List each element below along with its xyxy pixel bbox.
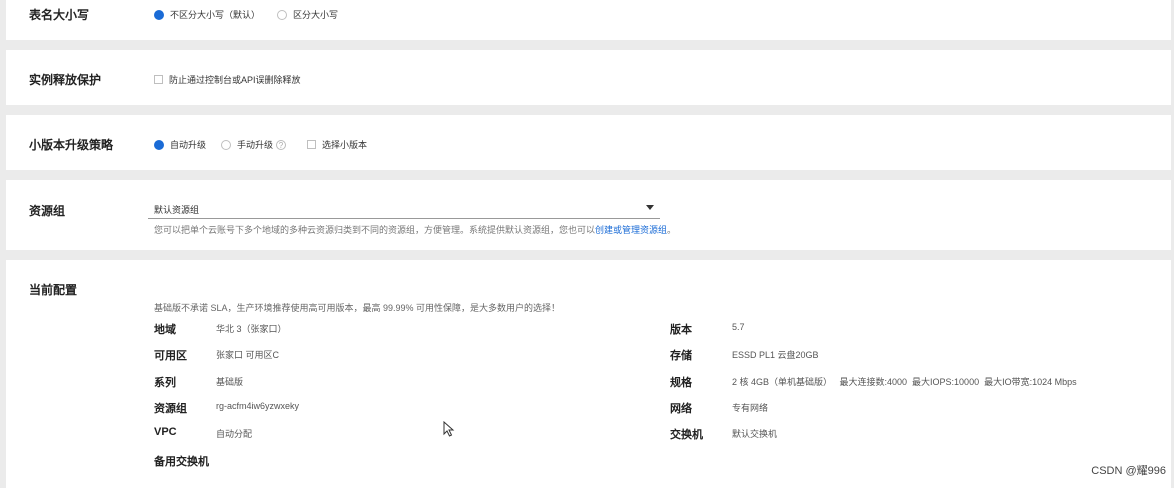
- table-case-card: 表名大小写 不区分大小写（默认） 区分大小写: [6, 0, 1171, 40]
- chevron-down-icon: [646, 205, 654, 210]
- config-value: 默认交换机: [732, 429, 778, 439]
- minor-version-label: 小版本升级策略: [29, 138, 114, 152]
- current-config-label: 当前配置: [29, 283, 78, 297]
- help-icon[interactable]: ?: [276, 139, 287, 150]
- config-key: 资源组: [154, 403, 187, 415]
- radio-selected-icon: [154, 139, 164, 150]
- release-protection-label: 实例释放保护: [29, 73, 102, 87]
- resource-group-label: 资源组: [29, 204, 66, 218]
- config-value: 基础版: [216, 377, 244, 387]
- config-key: VPC: [154, 426, 177, 438]
- config-notice: 基础版不承诺 SLA，生产环境推荐使用高可用版本，最高 99.99% 可用性保障…: [154, 303, 561, 313]
- resource-group-hint: 您可以把单个云账号下多个地域的多种云资源归类到不同的资源组，方便管理。系统提供默…: [154, 225, 677, 235]
- radio-unselected-icon: [221, 139, 231, 150]
- config-key: 可用区: [154, 350, 187, 362]
- config-value: 5.7: [732, 322, 745, 332]
- release-protection-card: 实例释放保护 防止通过控制台或API误删除释放: [6, 50, 1171, 105]
- config-value: rg-acfm4iw6yzwxeky: [216, 401, 300, 411]
- radio-unselected-icon: [277, 9, 287, 20]
- config-key: 版本: [670, 324, 692, 336]
- table-case-label: 表名大小写: [29, 8, 90, 22]
- minor-version-manual-option[interactable]: 手动升级?: [221, 138, 287, 151]
- config-key: 存储: [670, 350, 692, 362]
- table-case-option-sensitive[interactable]: 区分大小写: [277, 8, 338, 21]
- minor-version-card: 小版本升级策略 自动升级 手动升级? 选择小版本: [6, 115, 1171, 170]
- config-key: 地域: [154, 324, 176, 336]
- checkbox-icon: [307, 140, 316, 149]
- config-value: 专有网络: [732, 403, 769, 413]
- config-key: 网络: [670, 403, 692, 415]
- release-protection-checkbox[interactable]: 防止通过控制台或API误删除释放: [154, 73, 301, 86]
- config-value: 自动分配: [216, 429, 253, 439]
- config-value: 华北 3（张家口）: [216, 324, 287, 334]
- select-minor-version-checkbox[interactable]: 选择小版本: [307, 138, 367, 151]
- resource-group-selected-value: 默认资源组: [154, 205, 200, 215]
- config-key: 备用交换机: [154, 456, 209, 468]
- watermark: CSDN @耀996: [1091, 465, 1166, 477]
- resource-group-select[interactable]: 默认资源组: [148, 196, 660, 219]
- checkbox-icon: [154, 75, 163, 84]
- config-key: 规格: [670, 377, 692, 389]
- config-value: 2 核 4GB（单机基础版） 最大连接数:4000 最大IOPS:10000 最…: [732, 377, 1077, 387]
- config-key: 交换机: [670, 429, 703, 441]
- radio-selected-icon: [154, 9, 164, 20]
- mouse-cursor-icon: [443, 421, 455, 437]
- manage-resource-group-link[interactable]: 创建或管理资源组: [595, 225, 667, 235]
- config-key: 系列: [154, 377, 176, 389]
- config-value: 张家口 可用区C: [216, 350, 280, 360]
- minor-version-auto-option[interactable]: 自动升级: [154, 138, 206, 151]
- table-case-option-insensitive[interactable]: 不区分大小写（默认）: [154, 8, 260, 21]
- config-value: ESSD PL1 云盘20GB: [732, 350, 819, 360]
